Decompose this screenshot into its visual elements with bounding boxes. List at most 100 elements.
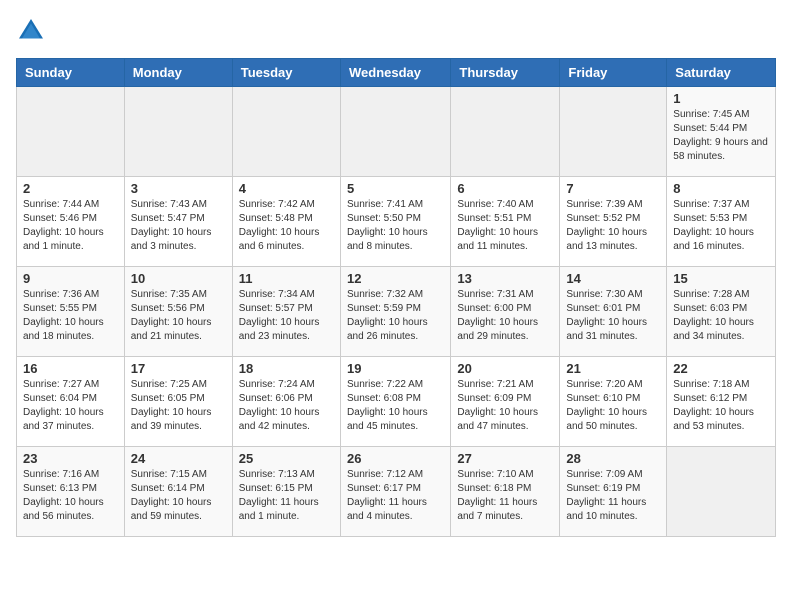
day-number: 23 xyxy=(23,451,118,466)
day-number: 16 xyxy=(23,361,118,376)
day-info: Sunrise: 7:15 AM Sunset: 6:14 PM Dayligh… xyxy=(131,468,226,524)
week-row-1: 1 Sunrise: 7:45 AM Sunset: 5:44 PM Daylig… xyxy=(17,87,776,177)
day-cell: 19 Sunrise: 7:22 AM Sunset: 6:08 PM Dayli… xyxy=(340,357,450,447)
col-header-thursday: Thursday xyxy=(451,59,560,87)
day-number: 21 xyxy=(566,361,660,376)
day-info: Sunrise: 7:20 AM Sunset: 6:10 PM Dayligh… xyxy=(566,378,660,434)
day-cell: 18 Sunrise: 7:24 AM Sunset: 6:06 PM Dayli… xyxy=(232,357,340,447)
col-header-wednesday: Wednesday xyxy=(340,59,450,87)
day-number: 14 xyxy=(566,271,660,286)
day-info: Sunrise: 7:12 AM Sunset: 6:17 PM Dayligh… xyxy=(347,468,444,524)
day-number: 17 xyxy=(131,361,226,376)
day-info: Sunrise: 7:22 AM Sunset: 6:08 PM Dayligh… xyxy=(347,378,444,434)
day-info: Sunrise: 7:41 AM Sunset: 5:50 PM Dayligh… xyxy=(347,198,444,254)
day-number: 27 xyxy=(457,451,553,466)
day-info: Sunrise: 7:34 AM Sunset: 5:57 PM Dayligh… xyxy=(239,288,334,344)
day-cell: 20 Sunrise: 7:21 AM Sunset: 6:09 PM Dayli… xyxy=(451,357,560,447)
day-info: Sunrise: 7:13 AM Sunset: 6:15 PM Dayligh… xyxy=(239,468,334,524)
day-number: 2 xyxy=(23,181,118,196)
day-cell: 6Sunrise: 7:40 AM Sunset: 5:51 PM Daylig… xyxy=(451,177,560,267)
logo xyxy=(16,16,50,46)
day-number: 10 xyxy=(131,271,226,286)
week-row-2: 2 Sunrise: 7:44 AM Sunset: 5:46 PM Daylig… xyxy=(17,177,776,267)
day-info: Sunrise: 7:25 AM Sunset: 6:05 PM Dayligh… xyxy=(131,378,226,434)
day-number: 18 xyxy=(239,361,334,376)
col-header-friday: Friday xyxy=(560,59,667,87)
day-cell: 12 Sunrise: 7:32 AM Sunset: 5:59 PM Dayli… xyxy=(340,267,450,357)
day-number: 3 xyxy=(131,181,226,196)
day-number: 11 xyxy=(239,271,334,286)
calendar-header-row: SundayMondayTuesdayWednesdayThursdayFrid… xyxy=(17,59,776,87)
day-cell xyxy=(232,87,340,177)
day-cell: 4 Sunrise: 7:42 AM Sunset: 5:48 PM Daylig… xyxy=(232,177,340,267)
day-number: 20 xyxy=(457,361,553,376)
day-cell xyxy=(17,87,125,177)
day-info: Sunrise: 7:39 AM Sunset: 5:52 PM Dayligh… xyxy=(566,198,660,254)
day-cell: 3 Sunrise: 7:43 AM Sunset: 5:47 PM Daylig… xyxy=(124,177,232,267)
day-info: Sunrise: 7:44 AM Sunset: 5:46 PM Dayligh… xyxy=(23,198,118,254)
day-cell xyxy=(124,87,232,177)
day-number: 5 xyxy=(347,181,444,196)
day-info: Sunrise: 7:35 AM Sunset: 5:56 PM Dayligh… xyxy=(131,288,226,344)
day-info: Sunrise: 7:40 AM Sunset: 5:51 PM Dayligh… xyxy=(457,198,553,254)
day-info: Sunrise: 7:27 AM Sunset: 6:04 PM Dayligh… xyxy=(23,378,118,434)
day-info: Sunrise: 7:18 AM Sunset: 6:12 PM Dayligh… xyxy=(673,378,769,434)
week-row-5: 23 Sunrise: 7:16 AM Sunset: 6:13 PM Dayli… xyxy=(17,447,776,537)
day-cell: 1 Sunrise: 7:45 AM Sunset: 5:44 PM Daylig… xyxy=(667,87,776,177)
day-cell: 27 Sunrise: 7:10 AM Sunset: 6:18 PM Dayli… xyxy=(451,447,560,537)
day-cell: 17 Sunrise: 7:25 AM Sunset: 6:05 PM Dayli… xyxy=(124,357,232,447)
day-cell xyxy=(560,87,667,177)
day-number: 1 xyxy=(673,91,769,106)
day-number: 12 xyxy=(347,271,444,286)
day-cell: 28 Sunrise: 7:09 AM Sunset: 6:19 PM Dayli… xyxy=(560,447,667,537)
day-number: 24 xyxy=(131,451,226,466)
day-cell: 16 Sunrise: 7:27 AM Sunset: 6:04 PM Dayli… xyxy=(17,357,125,447)
day-info: Sunrise: 7:37 AM Sunset: 5:53 PM Dayligh… xyxy=(673,198,769,254)
day-cell xyxy=(451,87,560,177)
day-info: Sunrise: 7:24 AM Sunset: 6:06 PM Dayligh… xyxy=(239,378,334,434)
day-number: 15 xyxy=(673,271,769,286)
page-header xyxy=(16,16,776,46)
day-cell xyxy=(667,447,776,537)
day-cell: 21 Sunrise: 7:20 AM Sunset: 6:10 PM Dayli… xyxy=(560,357,667,447)
logo-icon xyxy=(16,16,46,46)
day-number: 25 xyxy=(239,451,334,466)
col-header-sunday: Sunday xyxy=(17,59,125,87)
day-info: Sunrise: 7:45 AM Sunset: 5:44 PM Dayligh… xyxy=(673,108,769,164)
day-info: Sunrise: 7:31 AM Sunset: 6:00 PM Dayligh… xyxy=(457,288,553,344)
day-cell: 23 Sunrise: 7:16 AM Sunset: 6:13 PM Dayli… xyxy=(17,447,125,537)
day-info: Sunrise: 7:43 AM Sunset: 5:47 PM Dayligh… xyxy=(131,198,226,254)
day-cell: 10 Sunrise: 7:35 AM Sunset: 5:56 PM Dayli… xyxy=(124,267,232,357)
day-cell: 2 Sunrise: 7:44 AM Sunset: 5:46 PM Daylig… xyxy=(17,177,125,267)
day-info: Sunrise: 7:30 AM Sunset: 6:01 PM Dayligh… xyxy=(566,288,660,344)
day-info: Sunrise: 7:09 AM Sunset: 6:19 PM Dayligh… xyxy=(566,468,660,524)
day-info: Sunrise: 7:16 AM Sunset: 6:13 PM Dayligh… xyxy=(23,468,118,524)
day-cell: 25 Sunrise: 7:13 AM Sunset: 6:15 PM Dayli… xyxy=(232,447,340,537)
day-number: 19 xyxy=(347,361,444,376)
day-number: 22 xyxy=(673,361,769,376)
day-number: 8 xyxy=(673,181,769,196)
col-header-tuesday: Tuesday xyxy=(232,59,340,87)
week-row-4: 16 Sunrise: 7:27 AM Sunset: 6:04 PM Dayli… xyxy=(17,357,776,447)
day-cell: 7Sunrise: 7:39 AM Sunset: 5:52 PM Daylig… xyxy=(560,177,667,267)
day-number: 13 xyxy=(457,271,553,286)
col-header-saturday: Saturday xyxy=(667,59,776,87)
day-info: Sunrise: 7:21 AM Sunset: 6:09 PM Dayligh… xyxy=(457,378,553,434)
day-cell: 24 Sunrise: 7:15 AM Sunset: 6:14 PM Dayli… xyxy=(124,447,232,537)
day-cell: 14 Sunrise: 7:30 AM Sunset: 6:01 PM Dayli… xyxy=(560,267,667,357)
day-cell: 9Sunrise: 7:36 AM Sunset: 5:55 PM Daylig… xyxy=(17,267,125,357)
day-cell: 13 Sunrise: 7:31 AM Sunset: 6:00 PM Dayli… xyxy=(451,267,560,357)
day-cell: 26 Sunrise: 7:12 AM Sunset: 6:17 PM Dayli… xyxy=(340,447,450,537)
day-number: 26 xyxy=(347,451,444,466)
day-number: 9 xyxy=(23,271,118,286)
day-info: Sunrise: 7:32 AM Sunset: 5:59 PM Dayligh… xyxy=(347,288,444,344)
col-header-monday: Monday xyxy=(124,59,232,87)
day-cell: 5 Sunrise: 7:41 AM Sunset: 5:50 PM Daylig… xyxy=(340,177,450,267)
calendar-table: SundayMondayTuesdayWednesdayThursdayFrid… xyxy=(16,58,776,537)
day-number: 4 xyxy=(239,181,334,196)
day-number: 28 xyxy=(566,451,660,466)
day-cell: 8 Sunrise: 7:37 AM Sunset: 5:53 PM Daylig… xyxy=(667,177,776,267)
day-info: Sunrise: 7:42 AM Sunset: 5:48 PM Dayligh… xyxy=(239,198,334,254)
day-info: Sunrise: 7:10 AM Sunset: 6:18 PM Dayligh… xyxy=(457,468,553,524)
day-cell: 22 Sunrise: 7:18 AM Sunset: 6:12 PM Dayli… xyxy=(667,357,776,447)
